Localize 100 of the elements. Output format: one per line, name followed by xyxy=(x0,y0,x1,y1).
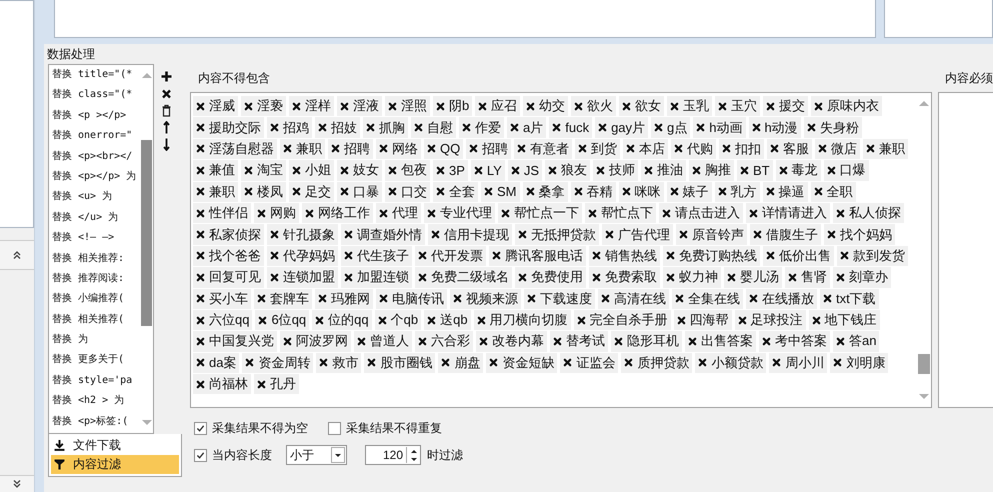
keyword-tag[interactable]: 调查婚外情 xyxy=(341,224,425,245)
keyword-tag[interactable]: 全集在线 xyxy=(672,288,743,309)
keyword-tag[interactable]: 扣扣 xyxy=(719,138,764,160)
keyword-tag[interactable]: 刘明康 xyxy=(830,352,888,374)
keyword-tag[interactable]: 信用卡提现 xyxy=(428,224,512,245)
rule-item[interactable]: 替换 相关推荐: xyxy=(49,248,141,269)
keyword-tag[interactable]: 兼职 xyxy=(863,138,908,160)
keyword-tag[interactable]: da案 xyxy=(193,352,240,374)
keyword-tag[interactable]: 免费使用 xyxy=(515,267,586,288)
keyword-tag[interactable]: 售肾 xyxy=(785,267,830,288)
keyword-tag[interactable]: 玛雅网 xyxy=(315,288,373,309)
keyword-tag[interactable]: 口暴 xyxy=(337,182,382,202)
keyword-tag[interactable]: 证监会 xyxy=(560,352,618,374)
keyword-tag[interactable]: 原音铃声 xyxy=(676,224,747,245)
keyword-tag[interactable]: 欲女 xyxy=(619,96,664,116)
keyword-tag[interactable]: 网络 xyxy=(376,138,421,160)
keyword-tag[interactable]: 援交 xyxy=(763,96,808,116)
keyword-tag[interactable]: 下载速度 xyxy=(524,288,595,309)
keyword-tag[interactable]: LY xyxy=(470,160,505,181)
keyword-tag[interactable]: 帮忙点一下 xyxy=(498,202,582,224)
keyword-tag[interactable]: 招聘 xyxy=(328,138,373,160)
keyword-tag[interactable]: txt下载 xyxy=(820,288,879,309)
keyword-tag[interactable]: 包夜 xyxy=(385,160,430,181)
keyword-tag[interactable]: 资金短缺 xyxy=(486,352,558,374)
rule-item[interactable]: 替换 <p></p> 为 xyxy=(49,166,141,188)
keyword-tag[interactable]: 口交 xyxy=(385,182,430,202)
trash-icon[interactable] xyxy=(160,104,172,117)
keyword-tag[interactable]: 网络工作 xyxy=(302,202,373,224)
rule-item[interactable]: 替换 </u> 为 xyxy=(49,208,141,228)
keyword-tag[interactable]: 改卷内幕 xyxy=(476,331,547,352)
keyword-tag[interactable]: 电脑传讯 xyxy=(376,288,447,309)
keyword-tag[interactable]: 代开发票 xyxy=(415,246,486,266)
move-up-icon[interactable] xyxy=(160,121,172,134)
keyword-tag[interactable]: 小额贷款 xyxy=(695,352,766,374)
rule-item[interactable]: 替换 更多关于( xyxy=(49,350,141,371)
keyword-tag[interactable]: 专业代理 xyxy=(424,202,495,224)
keyword-tag[interactable]: 无抵押贷款 xyxy=(515,224,599,245)
keyword-tag[interactable]: 楼凤 xyxy=(241,182,286,202)
keyword-tag[interactable]: 抓胸 xyxy=(363,117,408,138)
keyword-tag[interactable]: 吞精 xyxy=(570,182,616,202)
keyword-tag[interactable]: 四海帮 xyxy=(674,310,732,330)
keyword-tag[interactable]: 销售热线 xyxy=(589,246,660,266)
rule-item[interactable]: 替换 相关推荐( xyxy=(49,310,141,330)
rule-item[interactable]: 替换 <h2 > 为 xyxy=(49,391,141,412)
keyword-tag[interactable]: 推油 xyxy=(641,160,686,181)
rule-item[interactable]: 替换 推荐阅读: xyxy=(49,268,141,290)
keyword-tag[interactable]: 全职 xyxy=(810,182,856,202)
keyword-tag[interactable]: 网购 xyxy=(254,202,299,224)
keyword-tag[interactable]: 详情请进入 xyxy=(746,202,830,224)
keyword-tag[interactable]: 足交 xyxy=(289,182,334,202)
keyword-tag[interactable]: 淘宝 xyxy=(241,160,286,181)
rule-list[interactable]: 替换 title="(* 替换 class="(* 替换 <p ></p> 替换 onerror=" 替换 <p><br></ 替换 <p></p> 为 替换 <u> 为 替换 </u> 为 替换 <!— —> 替换 相关推荐: 替换 推荐阅读: 替换 小编推荐( 替换 相关推荐( 替换 为 替换 更多关于( 替换 style='pa 替换 <h2 > 为 替换 <p>标签:( xyxy=(48,64,154,434)
keyword-tag[interactable]: 狼友 xyxy=(545,160,590,181)
keyword-tag[interactable]: 代理 xyxy=(376,202,421,224)
keyword-tag[interactable]: 代孕妈妈 xyxy=(267,246,338,266)
rule-item[interactable]: 替换 onerror=" xyxy=(49,126,141,147)
keyword-tag[interactable]: 款到发货 xyxy=(837,246,908,266)
keyword-tag[interactable]: gay片 xyxy=(595,117,648,138)
keyword-tag[interactable]: JS xyxy=(508,160,542,181)
keyword-tag[interactable]: 加盟连锁 xyxy=(341,267,412,288)
keyword-tag[interactable]: 位的qq xyxy=(312,310,372,330)
keyword-tag[interactable]: 帮忙点下 xyxy=(585,202,656,224)
keyword-tag[interactable]: 自慰 xyxy=(411,117,456,138)
keyword-tag[interactable]: 淫照 xyxy=(385,96,430,116)
move-down-icon[interactable] xyxy=(160,138,172,151)
keyword-tag[interactable]: 地下钱庄 xyxy=(808,310,880,330)
rule-item[interactable]: 替换 style='pa xyxy=(49,370,141,392)
keyword-tag[interactable]: 小姐 xyxy=(289,160,334,181)
keyword-tag[interactable]: 阿波罗网 xyxy=(280,331,351,352)
keyword-tag[interactable]: 本店 xyxy=(623,138,668,160)
keyword-tag[interactable]: 崩盘 xyxy=(438,352,484,374)
keyword-tag[interactable]: 替考试 xyxy=(550,331,608,352)
keyword-tag[interactable]: 淫样 xyxy=(289,96,334,116)
keyword-tag[interactable]: 针孔摄象 xyxy=(267,224,338,245)
keyword-tag[interactable]: 全套 xyxy=(433,182,478,202)
keyword-tag[interactable]: 婴儿汤 xyxy=(724,267,782,288)
keyword-tag[interactable]: 代购 xyxy=(671,138,716,160)
keyword-tag[interactable]: 咪咪 xyxy=(618,182,664,202)
rule-item[interactable]: 替换 <p><br></ xyxy=(49,146,141,167)
checkbox[interactable] xyxy=(328,422,341,435)
keyword-tag[interactable]: 玉乳 xyxy=(667,96,712,116)
keyword-tag[interactable]: 援助交际 xyxy=(193,117,264,138)
rule-item[interactable]: 替换 title="(* xyxy=(49,65,141,86)
keyword-tag[interactable]: 曾道人 xyxy=(354,331,412,352)
keyword-tag[interactable]: 桑拿 xyxy=(522,182,568,202)
rule-item[interactable]: 替换 为 xyxy=(49,330,141,350)
keyword-tag[interactable]: 失身粉 xyxy=(804,117,862,138)
length-spinbox[interactable]: 120 xyxy=(365,445,421,465)
keyword-tag[interactable]: 资金周转 xyxy=(242,352,314,374)
keyword-tag[interactable]: 蚁力神 xyxy=(663,267,721,288)
keyword-tag[interactable]: 私人侦探 xyxy=(833,202,904,224)
rule-item[interactable]: 替换 <p>标签:( xyxy=(49,412,141,432)
add-icon[interactable] xyxy=(160,70,172,83)
keyword-tag[interactable]: 低价出售 xyxy=(763,246,834,266)
keyword-tag[interactable]: 周小川 xyxy=(769,352,828,374)
keyword-tag[interactable]: 到货 xyxy=(575,138,620,160)
keyword-tag[interactable]: 用刀横向切腹 xyxy=(474,310,571,330)
keyword-tag[interactable]: 质押贷款 xyxy=(621,352,692,374)
checkbox[interactable] xyxy=(194,448,207,462)
keyword-tag[interactable]: 考中答案 xyxy=(759,331,830,352)
